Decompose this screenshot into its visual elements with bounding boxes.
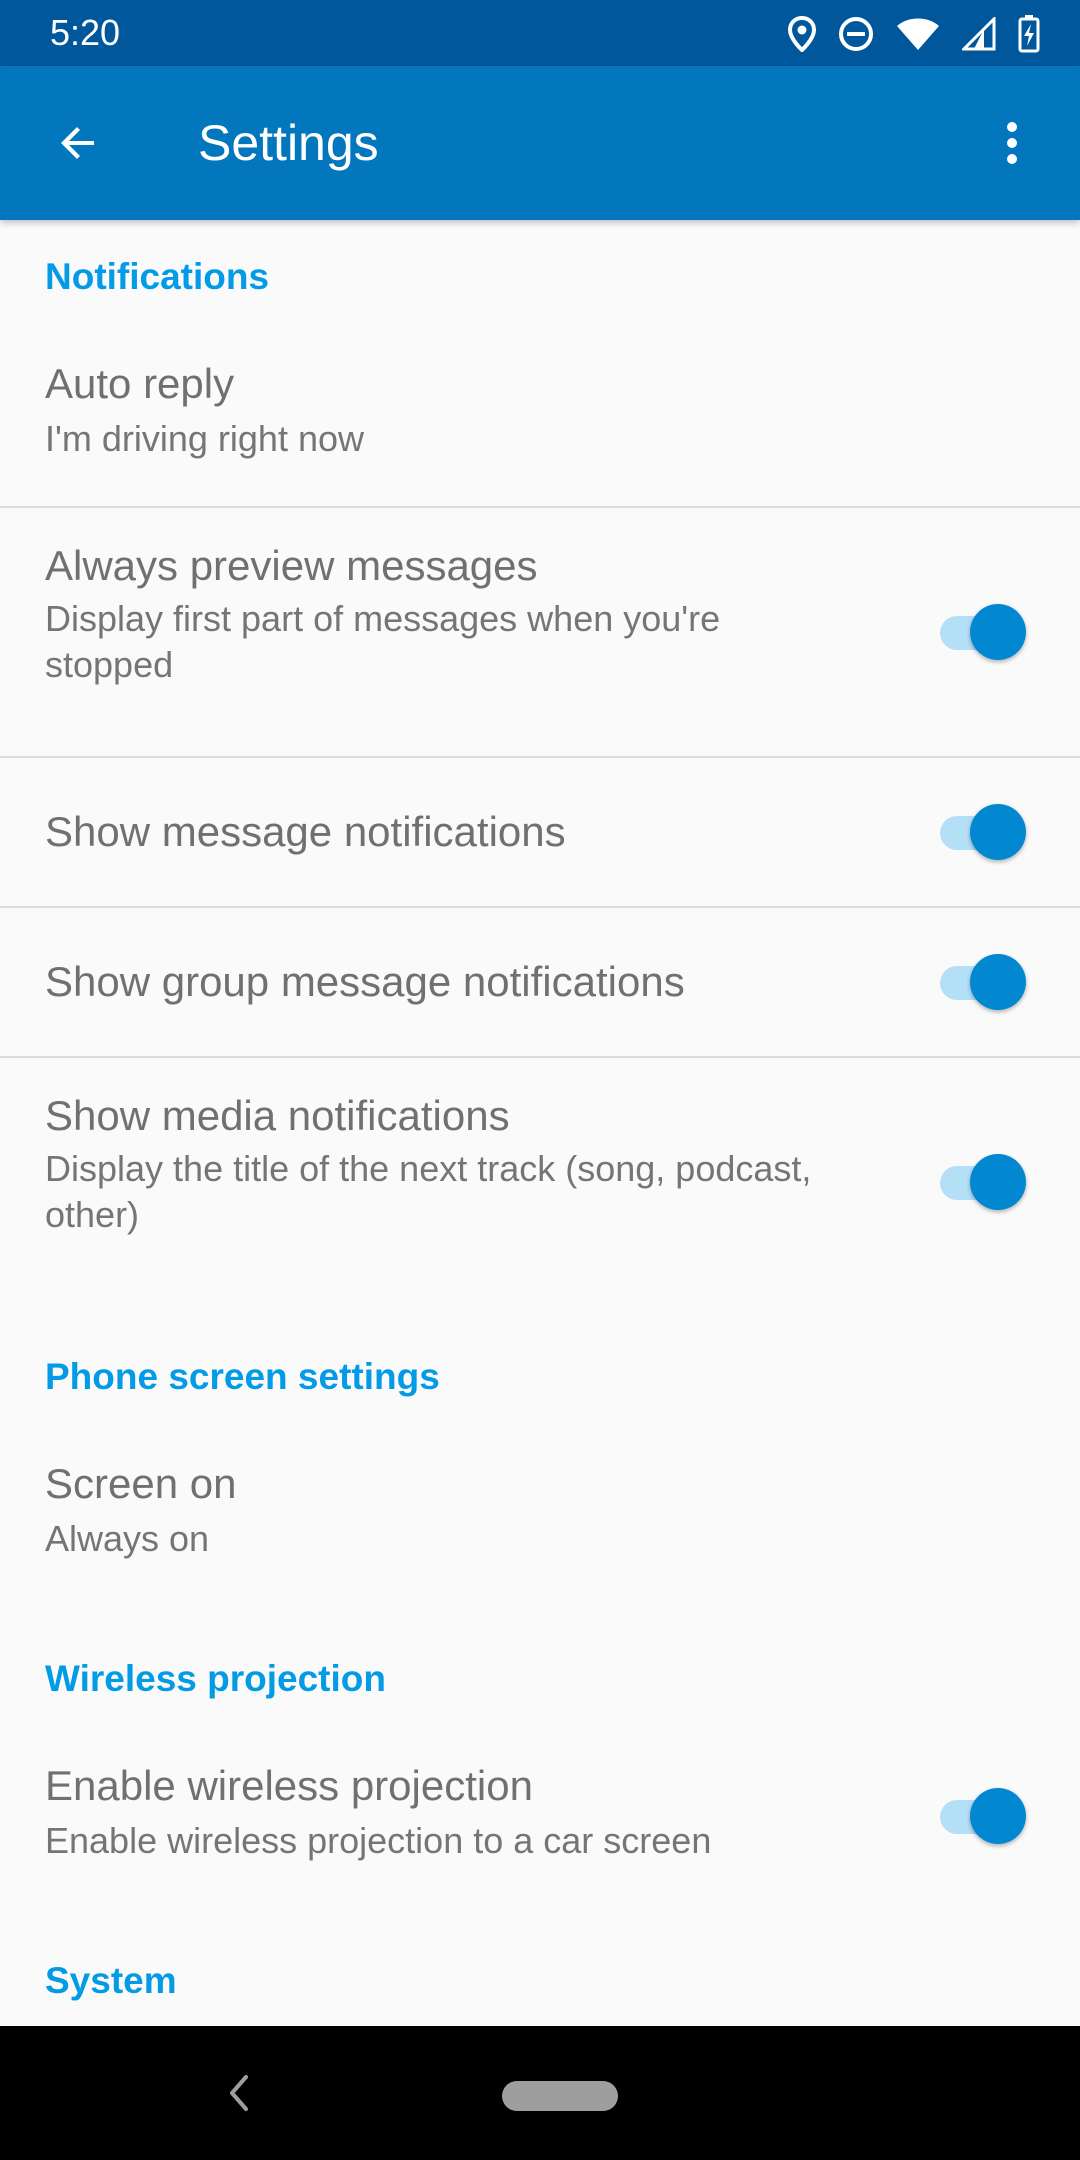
nav-back-icon bbox=[230, 2075, 248, 2111]
wifi-icon bbox=[896, 17, 940, 51]
pref-show-media-notifications[interactable]: Show media notifications Display the tit… bbox=[0, 1058, 1080, 1306]
pref-show-group-message-notifications[interactable]: Show group message notifications bbox=[0, 908, 1080, 1056]
battery-charging-icon bbox=[1018, 15, 1040, 53]
app-bar: Settings bbox=[0, 66, 1080, 220]
media-notifications-toggle[interactable] bbox=[940, 1154, 1026, 1210]
pref-title: Always preview messages bbox=[45, 542, 538, 589]
status-icons bbox=[788, 14, 1040, 54]
wireless-projection-toggle[interactable] bbox=[940, 1788, 1026, 1844]
section-header-phone-screen: Phone screen settings bbox=[45, 1356, 440, 1397]
status-time: 5:20 bbox=[50, 12, 121, 53]
group-notifications-toggle[interactable] bbox=[940, 954, 1026, 1010]
toggle-thumb bbox=[970, 1154, 1026, 1210]
pref-screen-on[interactable]: Screen on Always on bbox=[0, 1430, 1080, 1606]
pref-title: Show media notifications bbox=[45, 1092, 510, 1139]
section-header-system: System bbox=[45, 1960, 177, 2001]
toggle-thumb bbox=[970, 604, 1026, 660]
pref-always-preview-messages[interactable]: Always preview messages Display first pa… bbox=[0, 508, 1080, 756]
pref-title: Enable wireless projection bbox=[45, 1762, 533, 1809]
always-preview-toggle[interactable] bbox=[940, 604, 1026, 660]
arrow-back-icon bbox=[61, 127, 94, 159]
pref-title: Auto reply bbox=[45, 360, 235, 407]
settings-list[interactable]: Notifications Auto reply I'm driving rig… bbox=[0, 220, 1080, 2026]
pref-summary: Display the title of the next track (son… bbox=[45, 1148, 812, 1235]
home-pill-icon[interactable] bbox=[502, 2081, 618, 2111]
pref-auto-reply[interactable]: Auto reply I'm driving right now bbox=[0, 330, 1080, 506]
pref-title: Show group message notifications bbox=[45, 958, 685, 1005]
pref-title: Show message notifications bbox=[45, 808, 566, 855]
page-title: Settings bbox=[198, 115, 379, 171]
pref-title: Screen on bbox=[45, 1460, 237, 1507]
more-options-button[interactable] bbox=[974, 101, 1050, 185]
back-button[interactable] bbox=[36, 101, 120, 185]
nav-back-button[interactable] bbox=[218, 2066, 258, 2120]
message-notifications-toggle[interactable] bbox=[940, 804, 1026, 860]
pref-summary: Always on bbox=[45, 1518, 210, 1559]
section-header-notifications: Notifications bbox=[45, 256, 270, 297]
toggle-thumb bbox=[970, 954, 1026, 1010]
signal-icon bbox=[962, 17, 996, 51]
more-vert-icon bbox=[1007, 122, 1017, 164]
toggle-thumb bbox=[970, 804, 1026, 860]
navigation-bar bbox=[0, 2026, 1080, 2160]
pref-summary: Display first part of messages when you'… bbox=[45, 598, 721, 685]
pref-show-message-notifications[interactable]: Show message notifications bbox=[0, 758, 1080, 906]
pref-summary: Enable wireless projection to a car scre… bbox=[45, 1820, 712, 1861]
toggle-thumb bbox=[970, 1788, 1026, 1844]
location-icon bbox=[788, 16, 816, 52]
status-bar: 5:20 bbox=[0, 0, 1080, 66]
pref-summary: I'm driving right now bbox=[45, 418, 364, 459]
do-not-disturb-icon bbox=[838, 16, 874, 52]
section-header-wireless-projection: Wireless projection bbox=[45, 1658, 386, 1699]
pref-enable-wireless-projection[interactable]: Enable wireless projection Enable wirele… bbox=[0, 1732, 1080, 1908]
